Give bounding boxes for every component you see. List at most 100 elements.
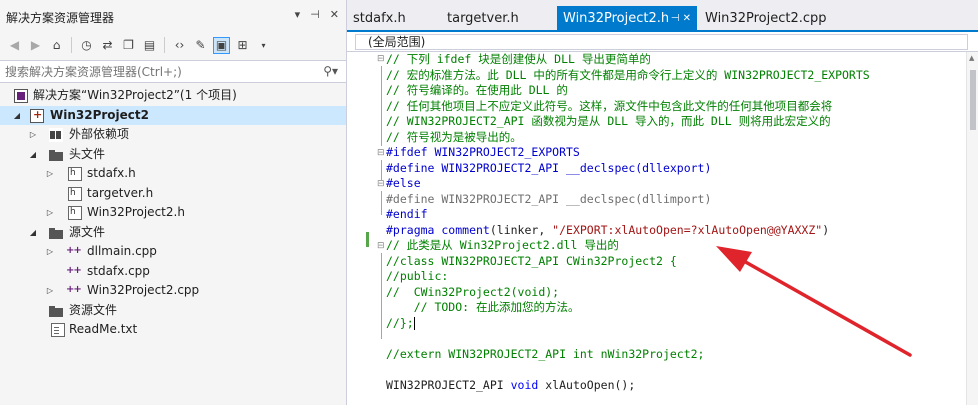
cpp-file-icon (66, 280, 81, 300)
fold-toggle-icon[interactable]: ⊟ (377, 179, 385, 189)
tree-item-label: stdafx.h (87, 166, 136, 180)
expand-arrow-icon[interactable]: ▷ (45, 281, 55, 301)
tree-item-solution[interactable]: 解决方案“Win32Project2”(1 个项目) (0, 86, 346, 106)
properties-icon[interactable]: ✎ (192, 37, 209, 54)
tree-item-label: Win32Project2 (50, 107, 149, 122)
code-line: // TODO: 在此添加您的方法。 (386, 300, 580, 314)
tree-item-external-deps[interactable]: ▷ 外部依赖项 (0, 125, 346, 145)
text-caret (413, 316, 415, 330)
pragma-directive: #pragma comment (386, 222, 490, 237)
change-marker (366, 232, 369, 247)
tree-item-file[interactable]: targetver.h (0, 184, 346, 203)
fold-toggle-icon[interactable]: ⊟ (377, 148, 385, 158)
tree-item-file[interactable]: ▷ stdafx.h (0, 164, 346, 184)
solution-explorer-panel: 解决方案资源管理器 ▾ ⊣ ✕ ◀ ▶ ⌂ ◷ ⇄ ❐ ▤ ‹› ✎ ▣ ⊞ ▾… (0, 0, 347, 405)
close-icon[interactable]: ✕ (330, 8, 339, 21)
tree-item-file[interactable]: ▷ Win32Project2.cpp (0, 280, 346, 301)
tab-win32project2-cpp[interactable]: Win32Project2.cpp (699, 8, 827, 30)
back-icon[interactable]: ◀ (6, 37, 23, 54)
tab-targetver-h[interactable]: targetver.h (441, 8, 519, 30)
solution-icon (14, 89, 28, 103)
fold-guide (381, 253, 382, 339)
code-line: // 下列 ifdef 块是创建使从 DLL 导出更简单的 (386, 52, 651, 66)
tree-item-file[interactable]: stdafx.cpp (0, 261, 346, 282)
panel-title: 解决方案资源管理器 ▾ ⊣ ✕ (0, 0, 347, 32)
panel-menu-icon[interactable]: ▾ (295, 8, 301, 21)
tree-item-file[interactable]: ▷ dllmain.cpp (0, 241, 346, 262)
decl-macro: WIN32PROJECT2_API (386, 377, 511, 392)
code-line: // WIN32PROJECT2_API 函数视为是从 DLL 导入的，而此 D… (386, 114, 831, 128)
tree-item-label: Win32Project2.cpp (87, 283, 200, 297)
code-line: // 符号视为是被导出的。 (386, 129, 522, 144)
scrollbar-thumb[interactable] (970, 70, 976, 130)
expand-arrow-icon[interactable]: ▷ (45, 164, 55, 184)
code-line: //public: (386, 269, 449, 283)
pin-icon[interactable]: ⊣ (310, 8, 320, 21)
collapse-arrow-icon[interactable]: ◢ (28, 145, 38, 165)
tab-label: Win32Project2.cpp (705, 11, 827, 26)
header-file-icon (68, 164, 82, 184)
expand-arrow-icon[interactable]: ▷ (45, 203, 55, 223)
tree-item-file[interactable]: ▷ Win32Project2.h (0, 203, 346, 223)
tree-item-header-folder[interactable]: ◢ 头文件 (0, 145, 346, 165)
document-tabs: stdafx.h targetver.h Win32Project2.h ⊣ ✕… (347, 0, 978, 32)
history-icon[interactable]: ◷ (78, 37, 95, 54)
explorer-search-input[interactable] (0, 61, 300, 82)
folder-icon (49, 226, 63, 240)
search-icon[interactable]: ⚲▾ (323, 64, 338, 78)
decl-name: xlAutoOpen(); (538, 377, 636, 392)
folder-icon (49, 304, 63, 318)
header-file-icon (68, 184, 82, 203)
forward-icon[interactable]: ▶ (27, 37, 44, 54)
fold-toggle-icon[interactable]: ⊟ (377, 54, 385, 64)
tree-item-file[interactable]: ReadMe.txt (0, 320, 346, 340)
code-line: // 此类是从 Win32Project2.dll 导出的 (386, 238, 619, 252)
tree-item-source-folder[interactable]: ◢ 源文件 (0, 223, 346, 243)
preview-selected-icon[interactable]: ▣ (213, 36, 230, 54)
toolbar-separator (164, 37, 165, 53)
toolbar-dropdown-icon[interactable]: ▾ (255, 37, 272, 54)
code-line: //}; (386, 315, 414, 330)
view-code-icon[interactable]: ‹› (171, 37, 188, 54)
collapse-arrow-icon[interactable]: ◢ (28, 223, 38, 243)
tree-item-resource-folder[interactable]: 资源文件 (0, 301, 346, 321)
tree-item-label: Win32Project2.h (87, 205, 185, 219)
code-editor[interactable]: ⊟ ⊟ ⊟ ⊟ // 下列 ifdef 块是创建使从 DLL 导出更简单的 //… (347, 52, 978, 405)
code-line: #endif (386, 207, 428, 221)
header-file-icon (68, 203, 82, 223)
fold-guide (381, 66, 382, 146)
home-icon[interactable]: ⌂ (48, 37, 65, 54)
expand-arrow-icon[interactable]: ▷ (28, 125, 38, 145)
references-icon (49, 128, 63, 142)
code-line: #ifdef WIN32PROJECT2_EXPORTS (386, 145, 580, 159)
scope-dropdown[interactable]: (全局范围) (355, 34, 968, 50)
collapse-arrow-icon[interactable]: ◢ (12, 106, 22, 126)
scroll-up-icon[interactable]: ▲ (969, 54, 974, 62)
tree-item-label: 头文件 (69, 146, 106, 161)
code-lines: // 下列 ifdef 块是创建使从 DLL 导出更简单的 // 宏的标准方法。… (386, 52, 870, 393)
sync-icon[interactable]: ⇄ (99, 37, 116, 54)
class-view-icon[interactable]: ⊞ (234, 37, 251, 54)
tab-stdafx-h[interactable]: stdafx.h (347, 8, 406, 30)
show-all-files-icon[interactable]: ▤ (141, 37, 158, 54)
tree-item-label: 外部依赖项 (69, 127, 130, 141)
code-line: #else (386, 176, 421, 190)
code-line: //class WIN32PROJECT2_API CWin32Project2… (386, 253, 677, 268)
expand-arrow-icon[interactable]: ▷ (45, 242, 55, 262)
fold-guide (381, 160, 382, 180)
fold-toggle-icon[interactable]: ⊟ (377, 241, 385, 251)
vertical-scrollbar[interactable]: ▲ (966, 52, 978, 405)
tree-item-project[interactable]: ◢ Win32Project2 (0, 105, 346, 126)
tree-item-label: 资源文件 (69, 302, 118, 317)
code-line: #define WIN32PROJECT2_API __declspec(dll… (386, 160, 712, 175)
tree-item-label: dllmain.cpp (87, 244, 157, 258)
tree-item-label: stdafx.cpp (87, 263, 150, 278)
toolbar-separator (71, 37, 72, 53)
tab-pin-close-icons[interactable]: ⊣ ✕ (671, 6, 691, 32)
explorer-search-box: ⚲▾ (0, 60, 346, 83)
pragma-string: "/EXPORT:xlAutoOpen=?xlAutoOpen@@YAXXZ" (552, 222, 823, 237)
tab-win32project2-h[interactable]: Win32Project2.h ⊣ ✕ (557, 6, 697, 32)
collapse-all-icon[interactable]: ❐ (120, 37, 137, 54)
